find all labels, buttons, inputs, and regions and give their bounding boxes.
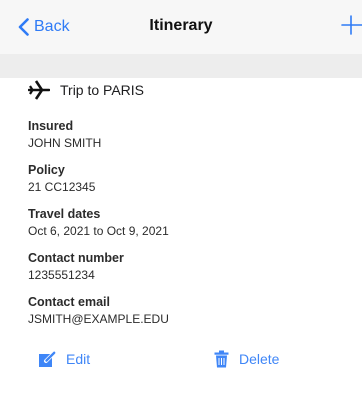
itinerary-details: Insured JOHN SMITH Policy 21 CC12345 Tra… [28, 118, 348, 338]
field-label: Policy [28, 163, 65, 177]
field-label: Insured [28, 119, 74, 133]
edit-label: Edit [66, 351, 91, 367]
field-label: Travel dates [28, 207, 101, 221]
page-title: Itinerary [149, 17, 213, 34]
field-label: Contact number [28, 251, 124, 265]
pencil-icon [39, 351, 56, 367]
field-value: 1235551234 [28, 268, 95, 282]
field-label: Contact email [28, 295, 110, 309]
header-separator-band [0, 54, 362, 78]
plus-icon [341, 15, 362, 35]
contact-number-field: Contact number 1235551234 [28, 250, 348, 294]
trip-header: Trip to PARIS [28, 80, 144, 100]
navigation-bar: Back Itinerary [0, 0, 362, 54]
trash-icon [214, 350, 229, 368]
contact-email-field: Contact email JSMITH@EXAMPLE.EDU [28, 294, 348, 338]
travel-dates-field: Travel dates Oct 6, 2021 to Oct 9, 2021 [28, 206, 348, 250]
field-value: JSMITH@EXAMPLE.EDU [28, 312, 169, 326]
delete-label: Delete [239, 351, 280, 367]
add-button[interactable] [340, 14, 362, 38]
policy-field: Policy 21 CC12345 [28, 162, 348, 206]
field-value: Oct 6, 2021 to Oct 9, 2021 [28, 224, 169, 238]
field-value: 21 CC12345 [28, 180, 96, 194]
edit-button[interactable]: Edit [38, 350, 90, 368]
insured-field: Insured JOHN SMITH [28, 118, 348, 162]
trip-title: Trip to PARIS [60, 82, 145, 98]
action-bar: Edit Delete [0, 350, 362, 376]
field-value: JOHN SMITH [28, 136, 102, 150]
airplane-icon [28, 80, 50, 100]
delete-button[interactable]: Delete [214, 350, 279, 368]
